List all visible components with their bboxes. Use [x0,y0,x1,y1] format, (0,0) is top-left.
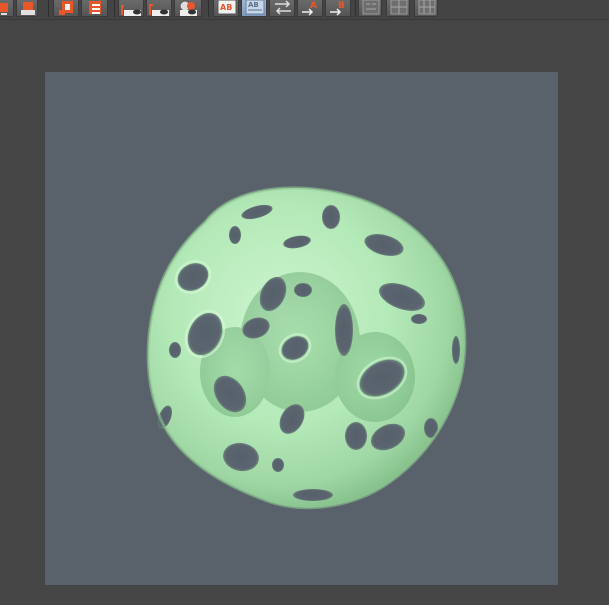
toolbar-button-5[interactable] [118,0,144,17]
render-view-icon [179,0,197,16]
toolbar-button-2[interactable] [16,0,38,17]
goto-a-icon: A [302,1,317,16]
sphere-render [146,186,467,510]
separator [48,0,49,17]
toolbar-button-1[interactable] [0,0,14,17]
swap-arrows-icon [275,0,291,15]
toolbar-button-8[interactable]: AB [213,0,239,17]
toolbar-button-12[interactable]: B [325,0,351,17]
toolbar: AB AB A B [0,0,609,20]
goto-a-label: A [310,1,317,11]
toolbar-button-14[interactable] [386,0,410,17]
layer-list-icon [89,1,101,14]
toolbar-button-7[interactable] [174,0,202,17]
view-eye-red-icon [149,4,169,16]
layer-stack-icon [59,1,73,15]
toolbar-button-9[interactable]: AB [241,0,267,17]
ab-swap-label: AB [248,1,259,9]
ab-compare-icon: AB [217,0,237,15]
grid-layout-icon [390,0,408,15]
toolbar-button-11[interactable]: A [297,0,323,17]
toolbar-button-3[interactable] [53,0,79,17]
goto-b-icon: B [330,1,345,16]
goto-b-label: B [338,1,345,11]
toolbar-button-4[interactable] [81,0,108,17]
view-eye-icon [121,5,141,16]
toolbar-button-10[interactable] [269,0,295,17]
separator [355,0,356,17]
separator [114,0,115,17]
object-link-icon [0,3,8,15]
toolbar-button-6[interactable] [146,0,172,17]
render-viewport[interactable] [45,72,558,585]
ab-label: AB [220,3,232,12]
ab-swap-icon: AB [245,0,265,15]
separator [208,0,209,17]
ab-layout-icon [362,0,380,15]
object-save-icon [21,2,35,15]
toolbar-button-15[interactable] [414,0,438,17]
grid-split-icon [418,0,436,15]
toolbar-button-13[interactable] [358,0,382,17]
